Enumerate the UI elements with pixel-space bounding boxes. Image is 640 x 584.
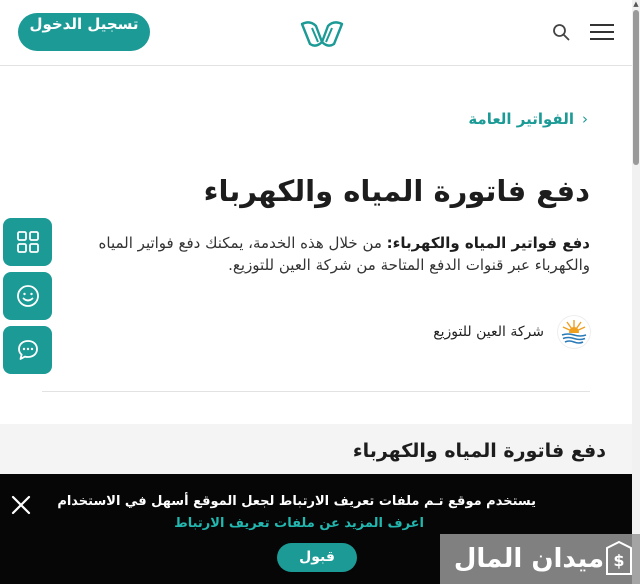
description-bold: دفع فواتير المياه والكهرباء: [386, 234, 590, 252]
scroll-up-arrow-icon[interactable]: ▲ [632, 0, 640, 8]
grid-apps-button[interactable] [3, 218, 52, 266]
feedback-button[interactable] [3, 272, 52, 320]
cookie-learn-more-link[interactable]: اعرف المزيد عن ملفات تعريف الارتباط [174, 516, 424, 531]
breadcrumb-label[interactable]: الفواتير العامة [468, 110, 574, 128]
service-description: دفع فواتير المياه والكهرباء: من خلال هذه… [50, 232, 590, 276]
watermark-text: ميدان المال [453, 544, 605, 574]
search-icon[interactable] [552, 23, 570, 41]
provider-name[interactable]: شركة العين للتوزيع [433, 324, 544, 340]
grid-icon [16, 231, 39, 253]
divider [42, 391, 590, 392]
hamburger-menu-icon[interactable] [590, 24, 614, 42]
scrollbar[interactable]: ▲ [632, 0, 640, 584]
cookie-message: يستخدم موقع تـم ملفات تعريف الارتباط لجع… [57, 494, 536, 509]
breadcrumb[interactable]: ‹ الفواتير العامة [468, 110, 588, 128]
accept-cookies-button[interactable]: قبول [277, 543, 357, 572]
top-header: تسجيل الدخول [0, 0, 632, 66]
chat-icon [17, 340, 38, 360]
smiley-icon [16, 285, 39, 307]
close-icon[interactable] [10, 494, 32, 516]
scrollbar-thumb[interactable] [633, 10, 639, 165]
svg-text:$: $ [614, 551, 625, 570]
chat-button[interactable] [3, 326, 52, 374]
watermark-logo-icon: $ [606, 540, 633, 575]
emirate-logo-icon[interactable] [298, 18, 346, 48]
provider-info[interactable]: شركة العين للتوزيع [433, 316, 590, 348]
provider-logo [558, 316, 590, 348]
watermark: $ ميدان المال [440, 534, 640, 584]
page: تسجيل الدخول ▲ ‹ الفواتير العامة دفع فاتو… [0, 0, 640, 584]
sun-water-logo-icon [561, 320, 587, 345]
login-button[interactable]: تسجيل الدخول [18, 13, 150, 51]
page-title: دفع فاتورة المياه والكهرباء [203, 174, 590, 208]
section-title: دفع فاتورة المياه والكهرباء [352, 440, 606, 462]
chevron-left-icon: ‹ [582, 110, 588, 128]
